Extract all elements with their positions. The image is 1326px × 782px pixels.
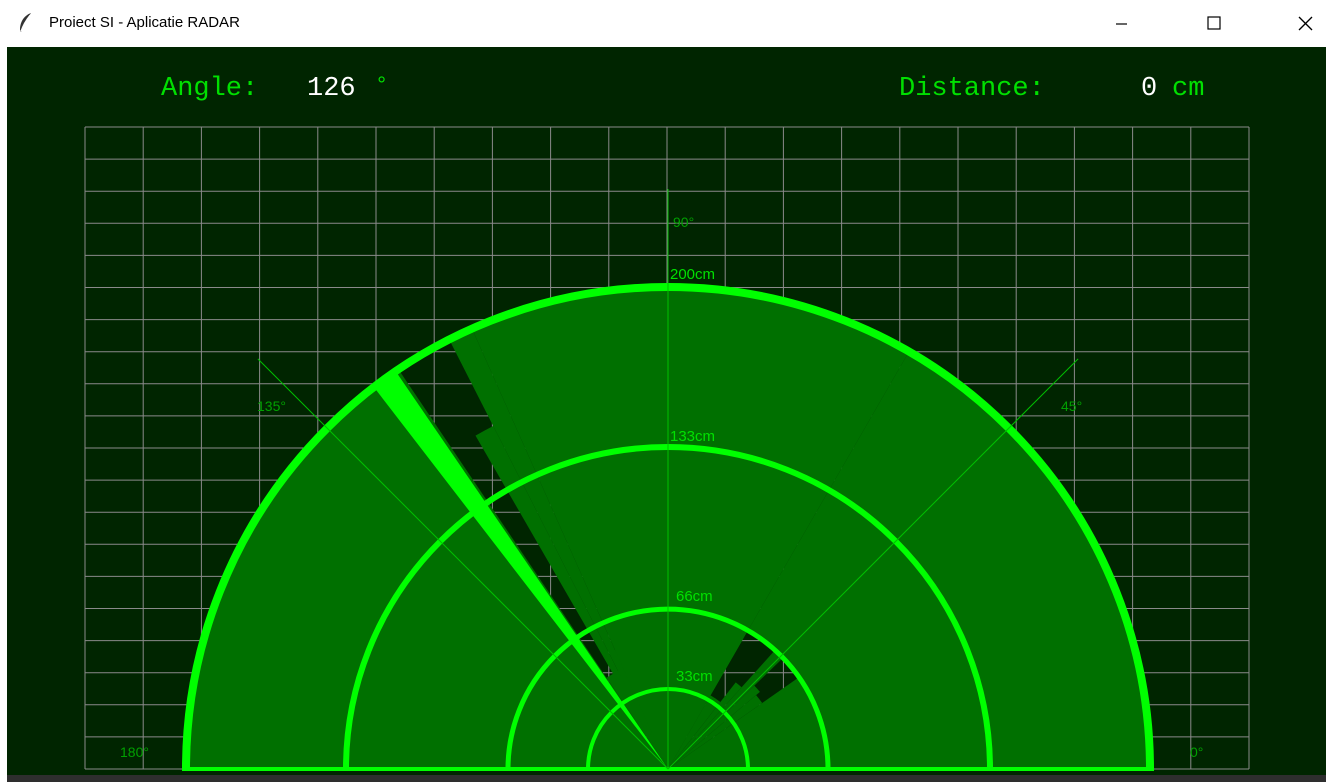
distance-value: 0: [1141, 74, 1157, 104]
angle-label-90: 90°: [673, 214, 694, 230]
window-left-border: [0, 47, 7, 782]
range-label-133: 133cm: [670, 428, 715, 445]
maximize-icon: [1207, 16, 1221, 30]
feather-icon: [20, 13, 31, 32]
bottom-border: [7, 775, 1326, 782]
maximize-button[interactable]: [1190, 0, 1236, 47]
angle-label-0: 0°: [1190, 744, 1203, 760]
angle-label-135: 135°: [257, 398, 286, 414]
radar-canvas: Angle: 126 ° Distance: 0 cm 200cm 133cm …: [7, 47, 1326, 775]
angle-label: Angle:: [161, 74, 258, 104]
close-icon: [1298, 16, 1313, 31]
minimize-icon: [1116, 23, 1127, 25]
angle-value: 126: [307, 74, 356, 104]
distance-label: Distance:: [899, 74, 1045, 104]
title-bar[interactable]: Proiect SI - Aplicatie RADAR: [0, 0, 1326, 47]
angle-label-45: 45°: [1061, 398, 1082, 414]
range-label-200: 200cm: [670, 266, 715, 283]
close-button[interactable]: [1282, 0, 1326, 47]
window-title: Proiect SI - Aplicatie RADAR: [49, 14, 240, 31]
radar-display: Angle: 126 ° Distance: 0 cm 200cm 133cm …: [84, 73, 1250, 771]
angle-unit: °: [375, 73, 388, 98]
minimize-button[interactable]: [1098, 0, 1144, 47]
range-label-33: 33cm: [676, 668, 713, 685]
distance-unit: cm: [1172, 74, 1204, 104]
range-label-66: 66cm: [676, 588, 713, 605]
angle-label-180: 180°: [120, 744, 149, 760]
